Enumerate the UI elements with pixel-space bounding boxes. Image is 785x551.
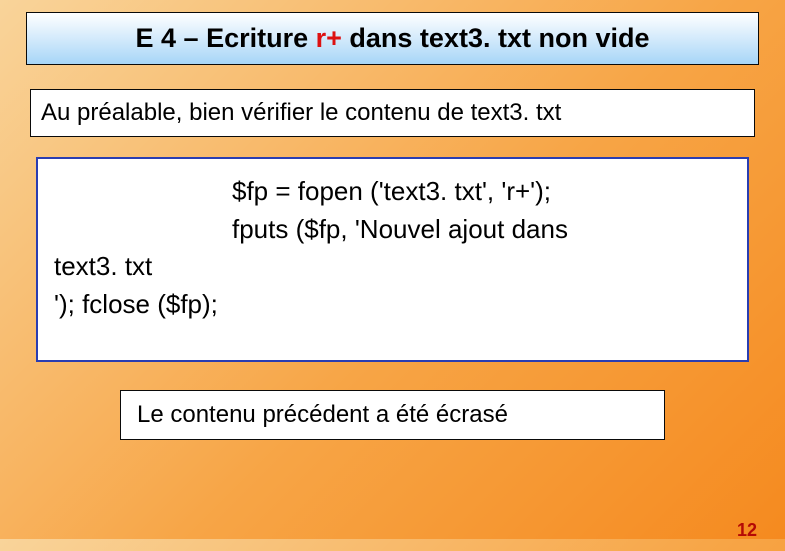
- title-mode: r+: [316, 23, 342, 53]
- title-prefix: E 4 – Ecriture: [136, 23, 316, 53]
- subtitle-box: Au préalable, bien vérifier le contenu d…: [30, 89, 755, 137]
- title-suffix: dans text3. txt non vide: [342, 23, 650, 53]
- subtitle-text: Au préalable, bien vérifier le contenu d…: [41, 99, 561, 126]
- result-text: Le contenu précédent a été écrasé: [137, 401, 508, 428]
- code-box: $fp = fopen ('text3. txt', 'r+'); fputs …: [36, 157, 749, 362]
- result-box: Le contenu précédent a été écrasé: [120, 390, 665, 440]
- slide-title: E 4 – Ecriture r+ dans text3. txt non vi…: [26, 12, 759, 65]
- code-line-1: $fp = fopen ('text3. txt', 'r+');: [232, 173, 731, 211]
- code-line-4: '); fclose ($fp);: [54, 286, 731, 324]
- page-number: 12: [737, 520, 757, 541]
- code-line-2: fputs ($fp, 'Nouvel ajout dans: [232, 211, 731, 249]
- code-line-3: text3. txt: [54, 248, 731, 286]
